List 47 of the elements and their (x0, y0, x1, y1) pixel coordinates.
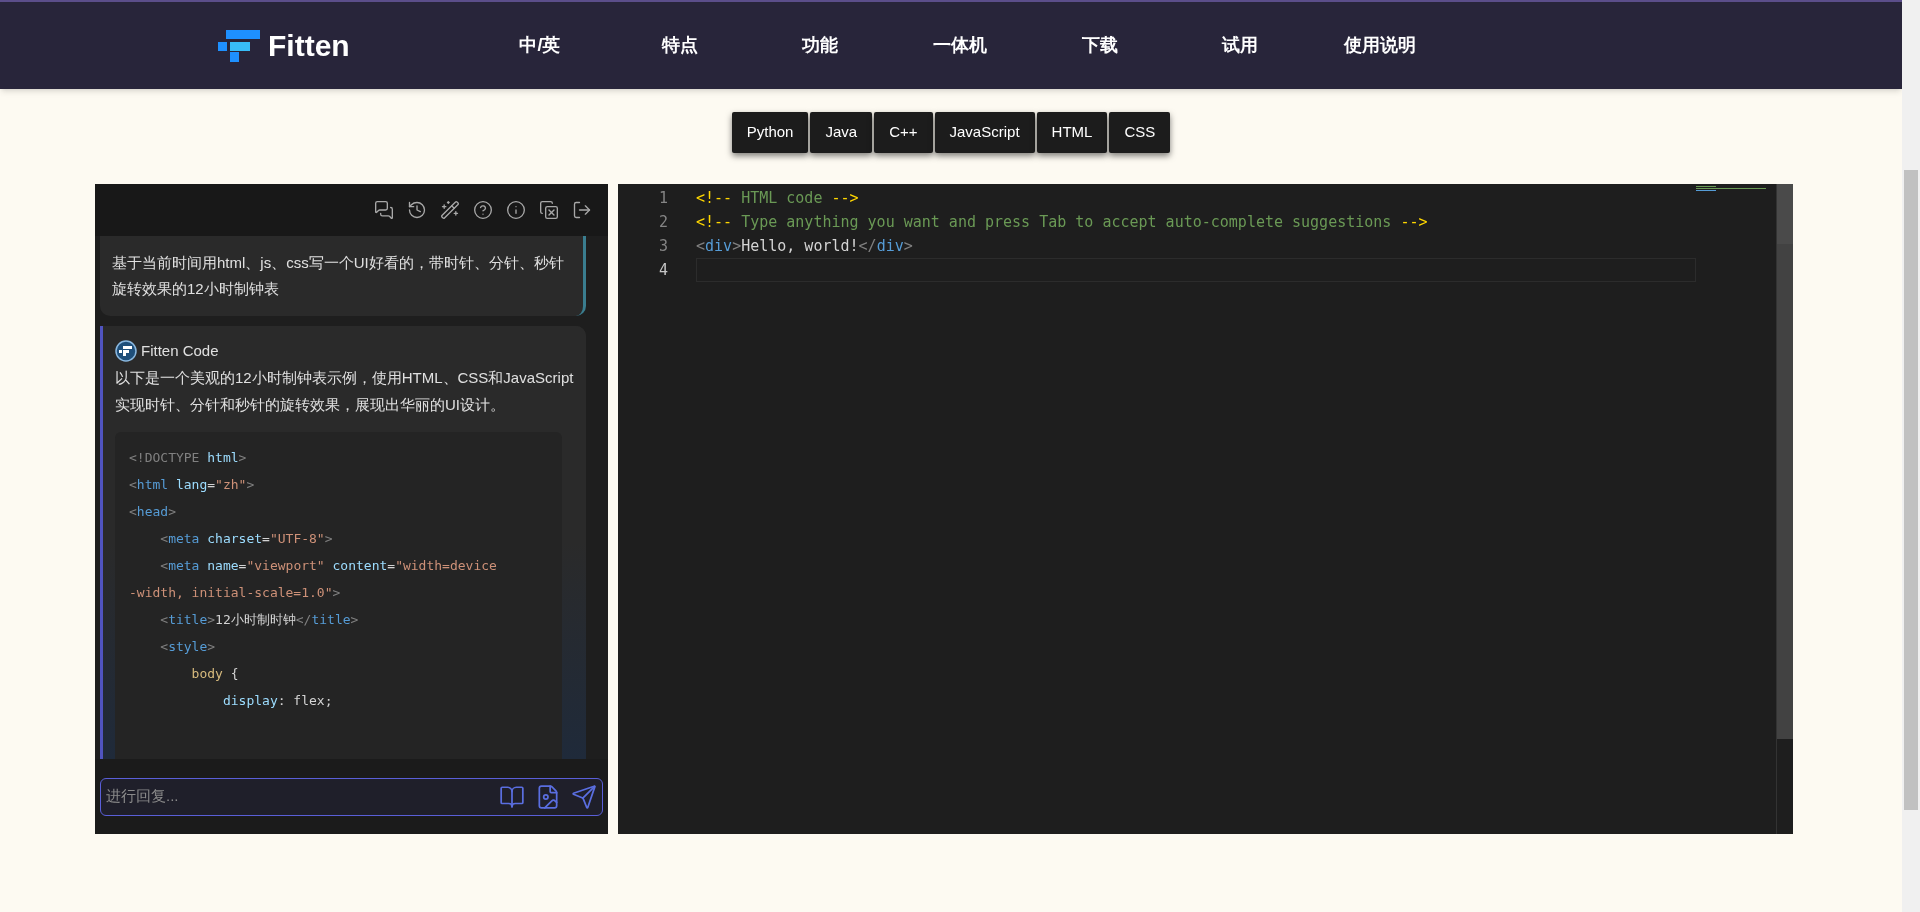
user-message: 基于当前时间用html、js、css写一个UI好看的，带时针、分针、秒针旋转效果的12小时制钟表 (100, 236, 586, 316)
language-button[interactable]: JavaScript (934, 112, 1035, 153)
code-line: <!DOCTYPE html> (129, 448, 248, 467)
nav-link[interactable]: 下载 (1030, 32, 1170, 59)
nav-link[interactable]: 中/英 (470, 32, 610, 59)
close-copy-icon[interactable] (539, 200, 559, 220)
reply-box[interactable]: 进行回复... (100, 777, 603, 816)
code-line: <head> (129, 502, 177, 521)
code-line: <style> (159, 637, 217, 656)
code-line: <!-- Type anything you want and press Tab to accept auto-complete suggestions --> (696, 212, 1429, 233)
language-button[interactable]: CSS (1109, 112, 1171, 153)
code-line: body { (190, 664, 240, 683)
minimap (1696, 186, 1766, 191)
logo-icon (218, 29, 260, 62)
code-line: <meta name="viewport" content="width=device (159, 556, 498, 575)
assistant-name: Fitten Code (141, 341, 219, 361)
send-icon[interactable] (571, 783, 597, 810)
nav-link[interactable]: 特点 (610, 32, 750, 59)
code-line: <!-- HTML code --> (696, 188, 860, 209)
language-button[interactable]: C++ (874, 112, 933, 153)
exit-icon[interactable] (572, 200, 592, 220)
history-icon[interactable] (407, 200, 427, 220)
line-number: 3 (657, 235, 668, 257)
magic-wand-icon[interactable] (440, 200, 460, 220)
help-icon[interactable] (473, 200, 493, 220)
avatar-icon (115, 340, 137, 363)
nav-link[interactable]: 功能 (750, 32, 890, 59)
code-line: <div>Hello, world!</div> (696, 236, 914, 257)
info-icon[interactable] (506, 200, 526, 220)
new-chat-icon[interactable] (374, 200, 394, 220)
code-line: display: flex; (221, 691, 334, 710)
code-line: -width, initial-scale=1.0"> (129, 583, 342, 602)
nav-link[interactable]: 试用 (1170, 32, 1310, 59)
image-file-icon[interactable] (535, 783, 561, 810)
code-line: <html lang="zh"> (129, 475, 256, 494)
code-line: <title>12小时制时钟</title> (159, 610, 360, 629)
language-button[interactable]: Java (810, 112, 873, 153)
language-button[interactable]: HTML (1036, 112, 1108, 153)
language-button[interactable]: Python (731, 112, 809, 153)
line-number: 2 (657, 211, 668, 233)
line-number: 1 (657, 187, 668, 209)
assistant-reply: 以下是一个美观的12小时制钟表示例，使用HTML、CSS和JavaScript实现时针、分针和秒针的旋转效果，展现出华丽的UI设计。 (115, 367, 574, 415)
nav-link[interactable]: 一体机 (890, 32, 1030, 59)
line-number: 4 (657, 259, 668, 281)
logo-text: Fitten (268, 30, 350, 61)
nav-link[interactable]: 使用说明 (1310, 32, 1450, 59)
code-line: <meta charset="UTF-8"> (159, 529, 334, 548)
